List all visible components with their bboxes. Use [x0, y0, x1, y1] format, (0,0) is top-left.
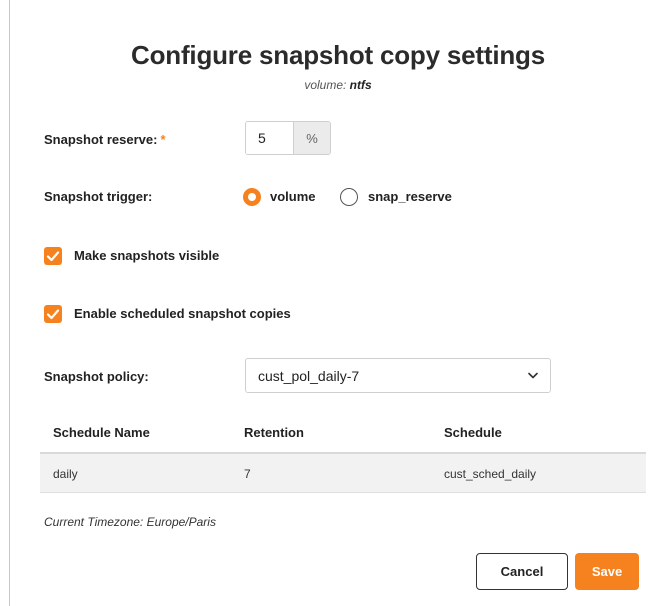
percent-unit: %	[293, 122, 330, 154]
table-row: daily 7 cust_sched_daily	[40, 454, 646, 493]
snapshot-policy-label: Snapshot policy:	[44, 369, 149, 384]
enable-scheduled-copies-label[interactable]: Enable scheduled snapshot copies	[74, 306, 291, 321]
make-snapshots-visible-checkbox[interactable]	[44, 247, 62, 265]
snapshot-trigger-label: Snapshot trigger:	[44, 189, 153, 204]
column-header-schedule-name: Schedule Name	[53, 425, 150, 440]
cell-schedule: cust_sched_daily	[444, 467, 537, 481]
subtitle-prefix: volume:	[304, 78, 350, 92]
checkmark-icon	[46, 309, 60, 320]
chevron-down-icon	[528, 372, 538, 379]
schedule-table: Schedule Name Retention Schedule daily 7…	[40, 412, 646, 493]
column-header-retention: Retention	[244, 425, 304, 440]
dialog-subtitle: volume: ntfs	[0, 78, 656, 92]
snapshot-reserve-input[interactable]	[246, 122, 293, 154]
snapshot-settings-dialog: Configure snapshot copy settings volume:…	[0, 0, 656, 606]
make-snapshots-visible-label[interactable]: Make snapshots visible	[74, 248, 219, 263]
table-header: Schedule Name Retention Schedule	[40, 412, 646, 454]
cell-schedule-name: daily	[53, 467, 78, 481]
save-button[interactable]: Save	[575, 553, 639, 590]
checkmark-icon	[46, 251, 60, 262]
trigger-snap-reserve-radio[interactable]	[340, 188, 358, 206]
trigger-snap-reserve-label[interactable]: snap_reserve	[368, 189, 452, 204]
dialog-title: Configure snapshot copy settings	[131, 40, 545, 70]
snapshot-reserve-field: %	[245, 121, 331, 155]
required-marker: *	[160, 132, 166, 147]
snapshot-reserve-label: Snapshot reserve: *	[44, 132, 166, 147]
enable-scheduled-copies-checkbox[interactable]	[44, 305, 62, 323]
cancel-button[interactable]: Cancel	[476, 553, 568, 590]
column-header-schedule: Schedule	[444, 425, 502, 440]
cell-retention: 7	[244, 467, 251, 481]
snapshot-policy-select[interactable]: cust_pol_daily-7	[245, 358, 551, 393]
current-timezone-text: Current Timezone: Europe/Paris	[44, 515, 216, 529]
snapshot-reserve-label-text: Snapshot reserve:	[44, 132, 158, 147]
trigger-volume-label[interactable]: volume	[270, 189, 316, 204]
snapshot-policy-value: cust_pol_daily-7	[258, 368, 360, 384]
volume-name: ntfs	[349, 78, 372, 92]
trigger-volume-radio[interactable]	[243, 188, 261, 206]
